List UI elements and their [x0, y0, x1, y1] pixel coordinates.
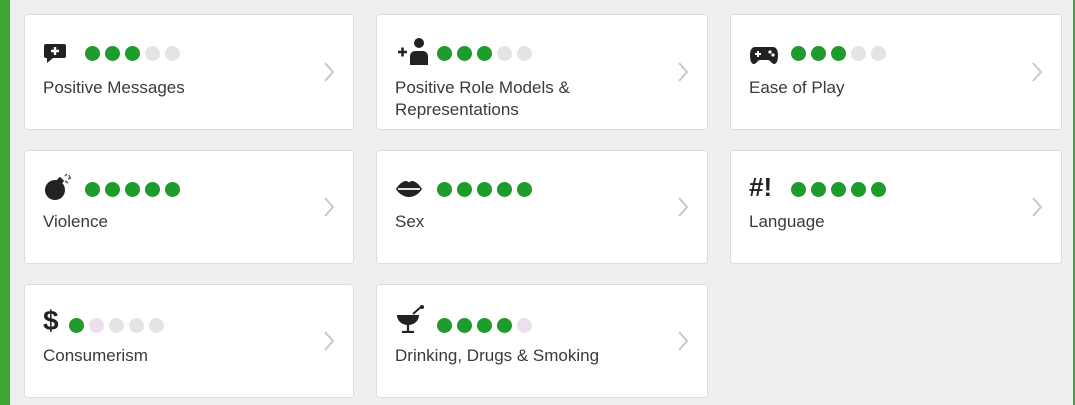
rating-dot	[517, 182, 532, 197]
rating-label: Ease of Play	[749, 78, 845, 97]
rating-dot	[871, 182, 886, 197]
rating-label: Language	[749, 212, 825, 231]
rating-dot	[791, 46, 806, 61]
rating-card-violence[interactable]: Violence	[24, 150, 354, 264]
rating-dot	[437, 46, 452, 61]
rating-dot	[165, 46, 180, 61]
rating-dot	[145, 46, 160, 61]
rating-dot	[851, 46, 866, 61]
rating-dots	[69, 318, 164, 333]
rating-dot	[457, 182, 472, 197]
rating-label: Consumerism	[43, 346, 148, 365]
rating-dot	[85, 182, 100, 197]
chevron-right-icon	[678, 197, 689, 217]
rating-dot	[85, 46, 100, 61]
rating-dots	[791, 46, 886, 61]
bomb-icon	[43, 173, 79, 201]
rating-dot	[109, 318, 124, 333]
chevron-right-icon	[324, 331, 335, 351]
rating-label: Sex	[395, 212, 425, 231]
chevron-right-icon	[678, 62, 689, 82]
rating-dot	[851, 182, 866, 197]
rating-dot	[831, 182, 846, 197]
rating-dot	[497, 46, 512, 61]
gamepad-icon	[749, 41, 785, 69]
rating-dot	[149, 318, 164, 333]
rating-dot	[437, 182, 452, 197]
ratings-panel: Positive Messages Positive Role Models &…	[10, 0, 1073, 405]
rating-dot	[129, 318, 144, 333]
chevron-right-icon	[678, 331, 689, 351]
hash-exclamation-icon: #!	[749, 171, 773, 202]
rating-dots	[85, 182, 180, 197]
rating-dot	[477, 318, 492, 333]
rating-card-language[interactable]: #! Language	[730, 150, 1062, 264]
rating-card-positive-messages[interactable]: Positive Messages	[24, 14, 354, 130]
rating-card-positive-role-models[interactable]: Positive Role Models & Representations	[376, 14, 708, 130]
rating-card-sex[interactable]: Sex	[376, 150, 708, 264]
rating-dot	[497, 318, 512, 333]
rating-label: Positive Role Models & Representations	[395, 78, 570, 119]
rating-dots	[437, 318, 532, 333]
rating-dot	[871, 46, 886, 61]
chevron-right-icon	[324, 197, 335, 217]
rating-dot	[811, 182, 826, 197]
rating-label: Violence	[43, 212, 108, 231]
rating-dot	[457, 46, 472, 61]
chevron-right-icon	[1032, 62, 1043, 82]
rating-dot	[477, 46, 492, 61]
rating-dot	[517, 46, 532, 61]
rating-dot	[69, 318, 84, 333]
rating-dot	[457, 318, 472, 333]
rating-dot	[105, 182, 120, 197]
rating-card-drinking-drugs-smoking[interactable]: Drinking, Drugs & Smoking	[376, 284, 708, 398]
speech-bubble-plus-icon	[43, 39, 79, 67]
rating-dot	[145, 182, 160, 197]
rating-dot	[477, 182, 492, 197]
rating-dot	[437, 318, 452, 333]
rating-label: Drinking, Drugs & Smoking	[395, 346, 600, 365]
person-plus-icon	[395, 37, 431, 65]
rating-dots	[437, 46, 532, 61]
rating-dot	[831, 46, 846, 61]
rating-dot	[125, 182, 140, 197]
rating-dot	[125, 46, 140, 61]
rating-dot	[497, 182, 512, 197]
cocktail-icon	[395, 305, 431, 333]
chevron-right-icon	[324, 62, 335, 82]
rating-card-ease-of-play[interactable]: Ease of Play	[730, 14, 1062, 130]
chevron-right-icon	[1032, 197, 1043, 217]
rating-dots	[437, 182, 532, 197]
rating-dot	[165, 182, 180, 197]
rating-dot	[517, 318, 532, 333]
rating-dot	[89, 318, 104, 333]
rating-dot	[105, 46, 120, 61]
rating-dots	[85, 46, 180, 61]
rating-label: Positive Messages	[43, 78, 185, 97]
rating-dots	[791, 182, 886, 197]
rating-dot	[811, 46, 826, 61]
rating-dot	[791, 182, 806, 197]
rating-card-consumerism[interactable]: $ Consumerism	[24, 284, 354, 398]
lips-icon	[395, 175, 431, 203]
